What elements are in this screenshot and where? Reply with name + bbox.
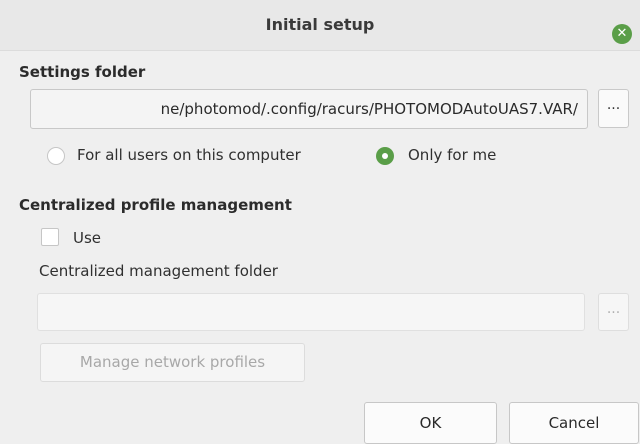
title-bar[interactable]: Initial setup ✕ bbox=[0, 0, 640, 51]
settings-folder-browse-button[interactable]: ... bbox=[598, 89, 629, 128]
radio-all-users-label[interactable]: For all users on this computer bbox=[77, 146, 301, 164]
radio-selected-dot bbox=[382, 153, 388, 159]
centralized-folder-field[interactable] bbox=[37, 293, 585, 331]
radio-all-users[interactable] bbox=[47, 147, 65, 165]
manage-network-profiles-button[interactable]: Manage network profiles bbox=[40, 343, 305, 382]
radio-only-for-me[interactable] bbox=[376, 147, 394, 165]
close-icon[interactable]: ✕ bbox=[612, 24, 632, 44]
use-checkbox[interactable] bbox=[41, 228, 59, 246]
centralized-folder-browse-button[interactable]: ... bbox=[598, 293, 629, 331]
settings-folder-path-value: ne/photomod/.config/racurs/PHOTOMODAutoU… bbox=[160, 100, 578, 118]
radio-only-for-me-label[interactable]: Only for me bbox=[408, 146, 496, 164]
settings-folder-path-field[interactable]: ne/photomod/.config/racurs/PHOTOMODAutoU… bbox=[30, 89, 588, 129]
centralized-folder-label: Centralized management folder bbox=[39, 262, 278, 280]
settings-folder-heading: Settings folder bbox=[19, 63, 146, 81]
cancel-button[interactable]: Cancel bbox=[509, 402, 639, 444]
dialog-title: Initial setup bbox=[265, 15, 375, 34]
use-checkbox-label[interactable]: Use bbox=[73, 229, 101, 247]
ok-button[interactable]: OK bbox=[364, 402, 497, 444]
centralized-profile-heading: Centralized profile management bbox=[19, 196, 292, 214]
initial-setup-dialog: Initial setup ✕ Settings folder ne/photo… bbox=[0, 0, 640, 444]
